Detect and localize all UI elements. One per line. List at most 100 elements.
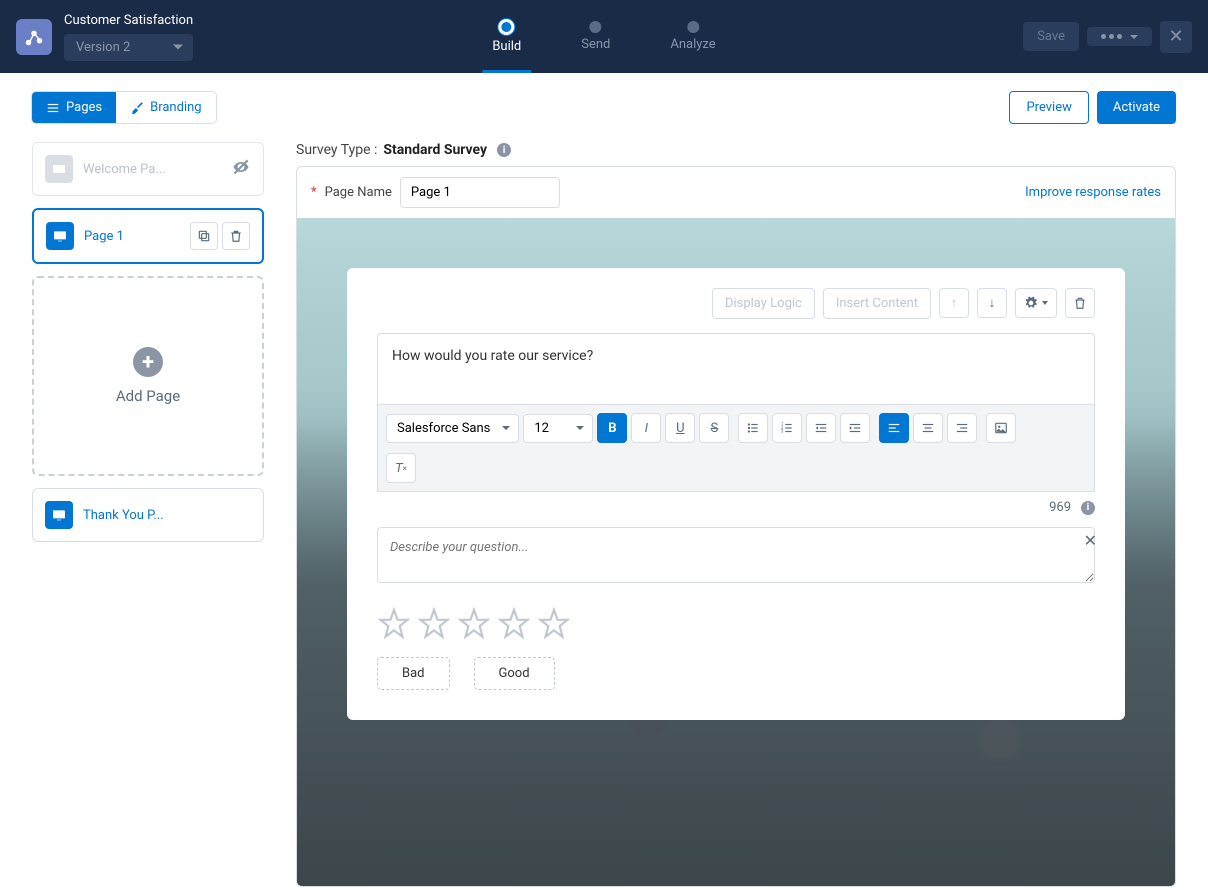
save-button[interactable]: Save bbox=[1023, 22, 1079, 51]
char-count: 969 i bbox=[377, 500, 1095, 515]
align-left-icon bbox=[887, 421, 901, 435]
delete-question-button[interactable] bbox=[1065, 288, 1095, 318]
page-card-page1[interactable]: Page 1 bbox=[32, 208, 264, 264]
header-right: Save ✕ bbox=[1023, 21, 1192, 53]
page-card-welcome[interactable]: Welcome Pa... bbox=[32, 142, 264, 196]
more-actions-button[interactable] bbox=[1087, 27, 1152, 46]
display-logic-button[interactable]: Display Logic bbox=[712, 288, 815, 319]
star-rating bbox=[377, 607, 1095, 641]
page-icon bbox=[46, 222, 74, 250]
app-header: Customer Satisfaction Version 2 Build Se… bbox=[0, 0, 1208, 73]
strikethrough-button[interactable]: S bbox=[699, 413, 729, 443]
tab-build[interactable]: Build bbox=[492, 0, 521, 73]
indent-button[interactable] bbox=[840, 413, 870, 443]
star-5[interactable] bbox=[537, 607, 571, 641]
delete-page-button[interactable] bbox=[222, 222, 250, 250]
question-text[interactable]: How would you rate our service? bbox=[378, 334, 1094, 404]
align-left-button[interactable] bbox=[879, 413, 909, 443]
pages-tab-button[interactable]: Pages bbox=[32, 92, 116, 123]
star-2[interactable] bbox=[417, 607, 451, 641]
main-area: Welcome Pa... Page 1 + Add Page Thank Yo… bbox=[0, 142, 1208, 887]
remove-description-button[interactable]: ✕ bbox=[1084, 531, 1097, 550]
bullet-list-button[interactable] bbox=[738, 413, 768, 443]
tab-build-label: Build bbox=[492, 39, 521, 54]
header-left: Customer Satisfaction Version 2 bbox=[16, 13, 193, 61]
star-4[interactable] bbox=[497, 607, 531, 641]
activate-button[interactable]: Activate bbox=[1097, 91, 1176, 124]
bold-button[interactable]: B bbox=[597, 413, 627, 443]
content-header: Survey Type : Standard Survey i bbox=[296, 142, 1176, 158]
description-wrap: ✕ bbox=[377, 527, 1095, 587]
star-1[interactable] bbox=[377, 607, 411, 641]
star-3[interactable] bbox=[457, 607, 491, 641]
duplicate-page-button[interactable] bbox=[190, 222, 218, 250]
page-name-input[interactable] bbox=[400, 177, 560, 208]
page-card-thankyou[interactable]: Thank You P... bbox=[32, 488, 264, 542]
view-toggle: Pages Branding bbox=[32, 92, 216, 123]
chevron-down-icon bbox=[1130, 35, 1138, 39]
bullet-list-icon bbox=[746, 421, 760, 435]
question-text-editor: How would you rate our service? Salesfor… bbox=[377, 333, 1095, 492]
preview-button[interactable]: Preview bbox=[1009, 91, 1088, 124]
tab-send-indicator-icon bbox=[590, 21, 602, 33]
question-toolbar: Display Logic Insert Content ↑ ↓ bbox=[377, 288, 1095, 319]
align-center-icon bbox=[921, 421, 935, 435]
align-center-button[interactable] bbox=[913, 413, 943, 443]
branding-tab-button[interactable]: Branding bbox=[116, 92, 215, 123]
underline-button[interactable]: U bbox=[665, 413, 695, 443]
image-button[interactable] bbox=[986, 413, 1016, 443]
rating-label-good[interactable]: Good bbox=[474, 657, 555, 690]
align-right-icon bbox=[955, 421, 969, 435]
canvas-wrap: * Page Name Improve response rates Displ… bbox=[296, 166, 1176, 887]
page-actions bbox=[190, 222, 250, 250]
page-name: Welcome Pa... bbox=[83, 162, 221, 177]
numbered-list-button[interactable]: 123 bbox=[772, 413, 802, 443]
pages-tab-label: Pages bbox=[66, 100, 102, 115]
image-icon bbox=[994, 421, 1008, 435]
trash-icon bbox=[229, 229, 243, 243]
rating-label-bad[interactable]: Bad bbox=[377, 657, 450, 690]
rating-labels: Bad Good bbox=[377, 657, 1095, 690]
header-title-block: Customer Satisfaction Version 2 bbox=[64, 13, 193, 61]
clear-format-button[interactable]: T× bbox=[386, 453, 416, 483]
font-select[interactable]: Salesforce Sans bbox=[386, 414, 519, 443]
tab-send[interactable]: Send bbox=[581, 0, 610, 73]
char-count-value: 969 bbox=[1049, 500, 1071, 515]
indent-icon bbox=[848, 421, 862, 435]
insert-content-button[interactable]: Insert Content bbox=[823, 288, 931, 319]
version-select[interactable]: Version 2 bbox=[64, 34, 193, 61]
branding-tab-label: Branding bbox=[150, 100, 201, 115]
outdent-button[interactable] bbox=[806, 413, 836, 443]
add-page-label: Add Page bbox=[116, 387, 180, 405]
italic-button[interactable]: I bbox=[631, 413, 661, 443]
improve-response-link[interactable]: Improve response rates bbox=[1025, 185, 1161, 200]
page-icon bbox=[45, 155, 73, 183]
font-size-select[interactable]: 12 bbox=[523, 414, 593, 443]
info-icon[interactable]: i bbox=[497, 143, 511, 157]
ellipsis-icon bbox=[1101, 34, 1122, 39]
page-icon bbox=[45, 501, 73, 529]
add-page-button[interactable]: + Add Page bbox=[32, 276, 264, 476]
align-right-button[interactable] bbox=[947, 413, 977, 443]
canvas-header: * Page Name Improve response rates bbox=[297, 167, 1175, 218]
survey-app-icon bbox=[16, 19, 52, 55]
hidden-icon[interactable] bbox=[231, 157, 251, 181]
brush-icon bbox=[130, 101, 144, 115]
canvas-body: Display Logic Insert Content ↑ ↓ How wou… bbox=[297, 218, 1175, 886]
description-input[interactable] bbox=[377, 527, 1095, 583]
close-button[interactable]: ✕ bbox=[1160, 21, 1192, 53]
chevron-down-icon bbox=[1042, 301, 1048, 305]
builder-tabs: Build Send Analyze bbox=[492, 0, 715, 73]
move-down-button[interactable]: ↓ bbox=[977, 288, 1007, 318]
info-icon[interactable]: i bbox=[1081, 501, 1095, 515]
tab-analyze-indicator-icon bbox=[687, 21, 699, 33]
page-name-label: Page Name bbox=[325, 185, 392, 200]
numbered-list-icon: 123 bbox=[780, 421, 794, 435]
move-up-button[interactable]: ↑ bbox=[939, 288, 969, 318]
survey-title: Customer Satisfaction bbox=[64, 13, 193, 28]
tab-build-indicator-icon bbox=[499, 19, 515, 35]
pages-sidebar: Welcome Pa... Page 1 + Add Page Thank Yo… bbox=[32, 142, 264, 887]
question-settings-button[interactable] bbox=[1015, 288, 1057, 318]
tab-analyze[interactable]: Analyze bbox=[670, 0, 715, 73]
tab-analyze-label: Analyze bbox=[670, 37, 715, 52]
